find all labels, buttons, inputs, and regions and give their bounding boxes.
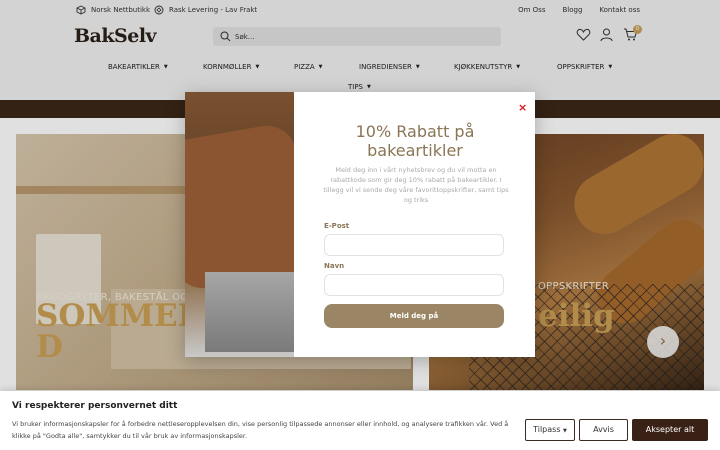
accept-all-button[interactable]: Aksepter alt bbox=[632, 419, 708, 441]
signup-button[interactable]: Meld deg på bbox=[324, 304, 504, 328]
newsletter-modal: × 10% Rabatt på bakeartikler Meld deg in… bbox=[185, 92, 535, 357]
email-field[interactable] bbox=[324, 234, 504, 256]
customize-button[interactable]: Tilpass ▼ bbox=[525, 419, 575, 441]
bread-loaf-image bbox=[185, 92, 294, 357]
caret-down-icon: ▼ bbox=[563, 428, 567, 434]
modal-title: 10% Rabatt på bakeartikler bbox=[355, 122, 475, 160]
reject-button[interactable]: Avvis bbox=[579, 419, 628, 441]
loaf-pan-shape bbox=[205, 272, 294, 352]
customize-button-label: Tilpass bbox=[533, 425, 561, 434]
email-label: E-Post bbox=[324, 222, 350, 230]
cookie-text: Vi bruker informasjonskapsler for å forb… bbox=[12, 420, 509, 440]
modal-description: Meld deg inn i vårt nyhetsbrev og du vil… bbox=[323, 166, 509, 204]
name-label: Navn bbox=[324, 262, 345, 270]
cookie-title: Vi respekterer personvernet ditt bbox=[12, 401, 178, 411]
close-icon[interactable]: × bbox=[518, 101, 527, 114]
loaf-shape bbox=[185, 120, 294, 294]
cookie-consent-bar: Vi respekterer personvernet ditt Vi bruk… bbox=[0, 391, 720, 450]
name-field[interactable] bbox=[324, 274, 504, 296]
